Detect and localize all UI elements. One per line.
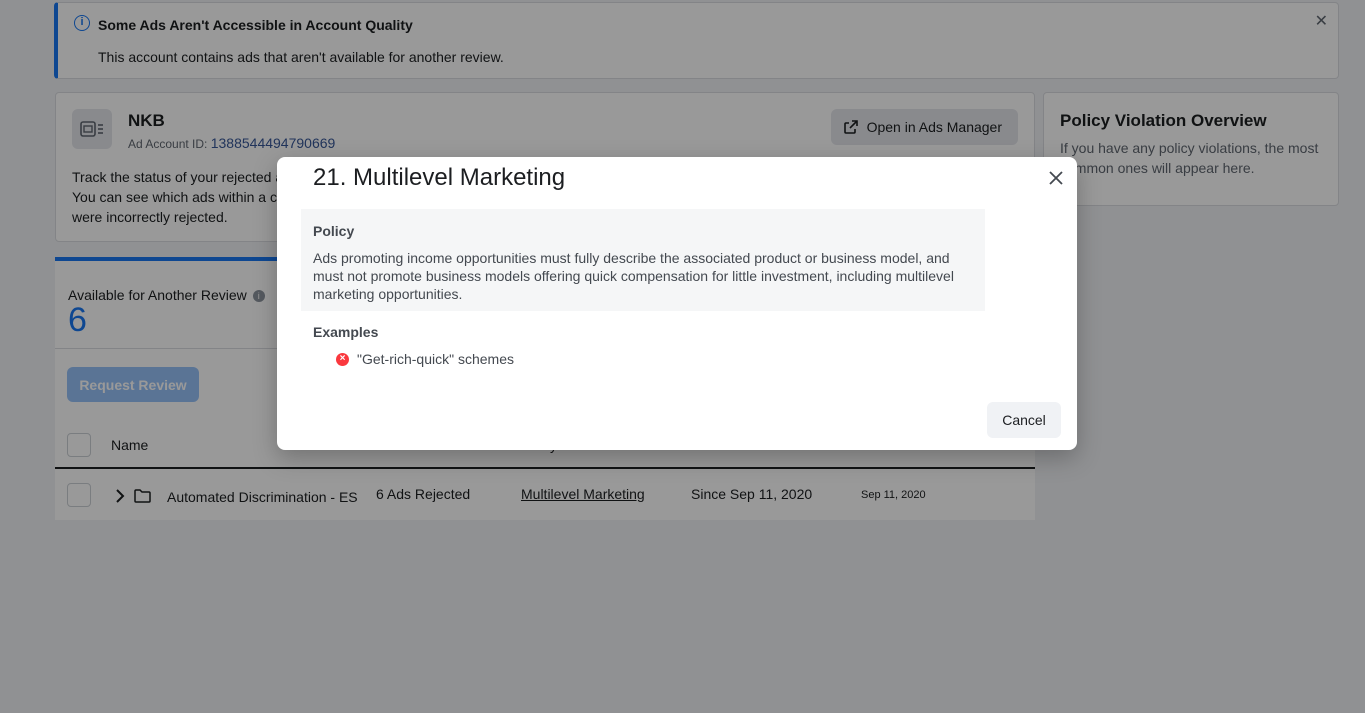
policy-box: Policy Ads promoting income opportunitie… — [301, 209, 985, 311]
example-text: "Get-rich-quick" schemes — [357, 351, 514, 367]
modal-title: 21. Multilevel Marketing — [313, 164, 566, 191]
policy-heading: Policy — [313, 223, 355, 239]
cancel-button[interactable]: Cancel — [987, 402, 1061, 438]
error-x-icon: × — [336, 352, 349, 366]
examples-heading: Examples — [313, 324, 379, 340]
policy-text: Ads promoting income opportunities must … — [313, 250, 954, 302]
policy-modal: 21. Multilevel Marketing Policy Ads prom… — [277, 157, 1077, 450]
example-item: × "Get-rich-quick" schemes — [336, 351, 514, 367]
close-icon[interactable] — [1045, 167, 1067, 189]
